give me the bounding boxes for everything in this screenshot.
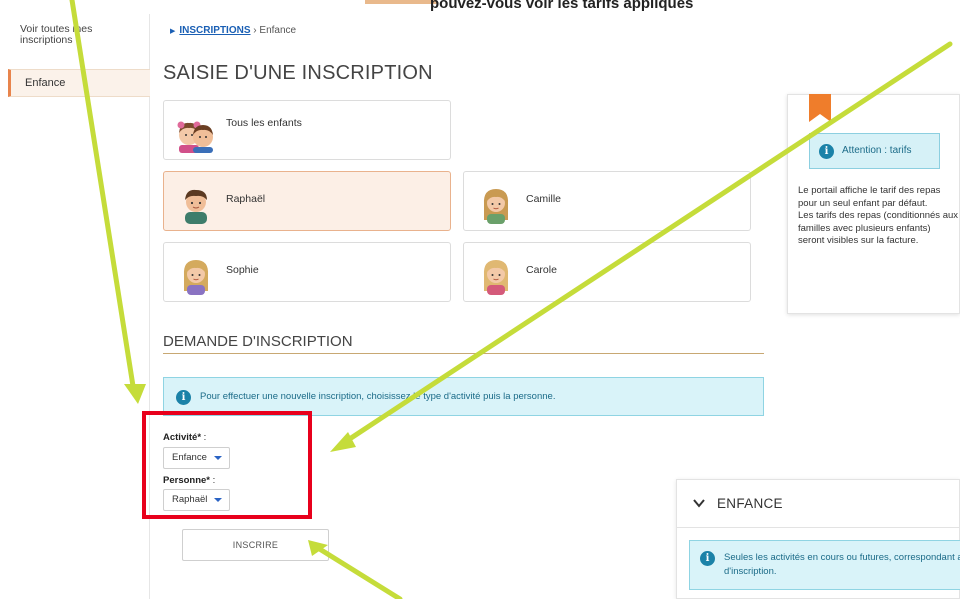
two-children-avatar-icon [177,121,213,153]
child-name: Carole [526,264,557,276]
enfance-panel-title: ENFANCE [717,496,783,511]
annotation-arrow-3 [315,545,403,599]
sidebar-item-enfance[interactable]: Enfance [8,69,150,97]
breadcrumb-separator: › [253,25,257,36]
info-paragraph: Le portail affiche le tarif des repas po… [798,185,941,209]
sidebar-item-label: Enfance [25,77,66,89]
child-name: Raphaël [226,193,266,205]
highlight-box-annotation [142,411,312,519]
child-card-carole[interactable]: Carole [463,242,751,302]
tarifs-info-text: Le portail affiche le tarif des repas po… [798,185,958,248]
section-title: DEMANDE D'INSCRIPTION [163,333,353,350]
breadcrumb: ▶ INSCRIPTIONS › Enfance [170,25,296,36]
sidebar-link-all-inscriptions[interactable]: Voir toutes mes inscriptions [20,24,120,46]
enfance-panel-header[interactable]: ENFANCE [677,480,959,528]
info-icon: i [819,144,834,159]
breadcrumb-link-inscriptions[interactable]: INSCRIPTIONS [179,25,250,36]
sidebar: Voir toutes mes inscriptions Enfance [0,14,150,599]
info-paragraph: Les tarifs des repas (conditionnés aux f… [798,210,959,246]
boy-avatar-icon [185,189,207,224]
breadcrumb-current: Enfance [259,25,297,36]
girl-avatar-icon [483,260,509,295]
bookmark-icon [809,94,831,122]
enfance-alert-text: Seules les activités en cours ou futures… [724,552,960,577]
info-icon: i [176,390,191,405]
section-divider [163,353,764,354]
breadcrumb-triangle-icon: ▶ [170,28,176,35]
attention-alert: i Attention : tarifs [809,133,940,169]
info-icon: i [700,551,715,566]
inscrire-button[interactable]: INSCRIRE [182,529,329,561]
enfance-alert: i Seules les activités en cours ou futur… [689,540,960,590]
top-cropped-text: pouvez-vous voir les tarifs appliqués [430,0,694,12]
child-name: Sophie [226,264,259,276]
child-card-raphael[interactable]: Raphaël [163,171,451,231]
enfance-panel: ENFANCE i Seules les activités en cours … [676,479,960,599]
top-accent-bar [365,0,437,4]
page-title: SAISIE D'UNE INSCRIPTION [163,62,433,84]
child-card-camille[interactable]: Camille [463,171,751,231]
chevron-down-icon [693,499,705,508]
girl-avatar-icon [183,260,209,295]
child-card-all[interactable]: Tous les enfants [163,100,451,160]
child-name: Camille [526,193,562,205]
attention-text: Attention : tarifs [842,145,912,156]
info-banner-text: Pour effectuer une nouvelle inscription,… [200,391,556,402]
child-name: Tous les enfants [226,117,302,129]
girl-avatar-icon [483,189,509,224]
annotation-arrowhead-2 [330,432,356,452]
child-card-sophie[interactable]: Sophie [163,242,451,302]
tarifs-info-panel: i Attention : tarifs Le portail affiche … [787,94,960,314]
